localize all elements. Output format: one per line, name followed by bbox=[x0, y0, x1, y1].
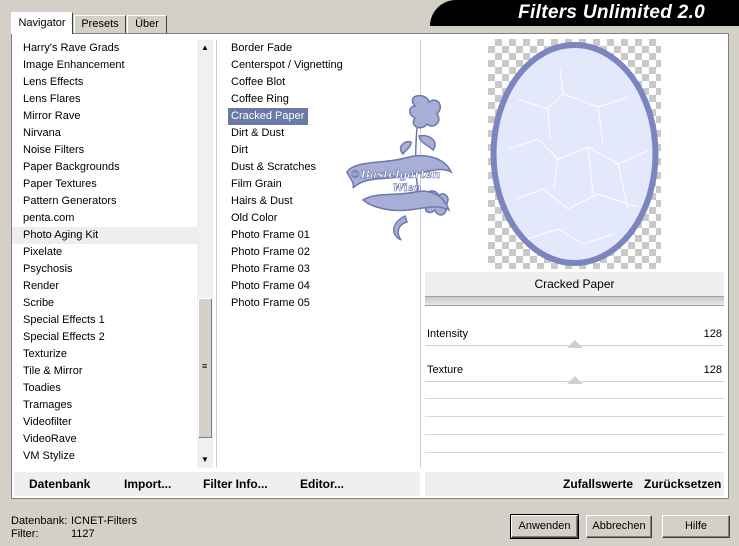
category-item[interactable]: VM Stylize bbox=[12, 448, 197, 465]
category-item[interactable]: Paper Backgrounds bbox=[12, 159, 197, 176]
category-item[interactable]: Noise Filters bbox=[12, 142, 197, 159]
filter-item[interactable]: Photo Frame 05 bbox=[228, 295, 408, 312]
preview-progress-bar bbox=[425, 296, 724, 306]
category-scrollbar[interactable]: ▲ ≡ ▼ bbox=[197, 40, 213, 468]
category-item[interactable]: Psychosis bbox=[12, 261, 197, 278]
filter-item[interactable]: Cracked Paper bbox=[228, 108, 309, 125]
category-item[interactable]: Texturize bbox=[12, 346, 197, 363]
param-value: 128 bbox=[703, 364, 722, 376]
empty-param-row bbox=[425, 398, 724, 399]
watermark-text-line1: ©Bastelgarten bbox=[350, 168, 441, 181]
preview-image bbox=[490, 42, 659, 266]
category-item[interactable]: Special Effects 1 bbox=[12, 312, 197, 329]
reset-button[interactable]: Zurücksetzen bbox=[644, 477, 721, 491]
cancel-button[interactable]: Abbrechen bbox=[586, 515, 652, 538]
category-item[interactable]: Lens Flares bbox=[12, 91, 197, 108]
apply-button[interactable]: Anwenden bbox=[510, 514, 579, 539]
grip-icon: ≡ bbox=[202, 361, 208, 371]
category-item[interactable]: Render bbox=[12, 278, 197, 295]
database-button[interactable]: Datenbank bbox=[29, 477, 90, 491]
scroll-up-arrow-icon[interactable]: ▲ bbox=[197, 40, 213, 56]
param-slider-row[interactable]: Intensity 128 bbox=[425, 326, 724, 348]
empty-param-row bbox=[425, 434, 724, 435]
category-item[interactable]: Lens Effects bbox=[12, 74, 197, 91]
filter-item[interactable]: Coffee Blot bbox=[228, 74, 408, 91]
category-item[interactable]: Toadies bbox=[12, 380, 197, 397]
category-item[interactable]: VideoRave bbox=[12, 431, 197, 448]
column-divider bbox=[216, 40, 217, 468]
category-item[interactable]: Harry's Rave Grads bbox=[12, 40, 197, 57]
param-slider-row[interactable]: Texture 128 bbox=[425, 362, 724, 384]
category-item[interactable]: Nirvana bbox=[12, 125, 197, 142]
tab-uber[interactable]: Über bbox=[127, 15, 167, 33]
param-label: Intensity bbox=[427, 328, 468, 340]
scroll-thumb[interactable]: ≡ bbox=[198, 298, 212, 438]
param-value: 128 bbox=[703, 328, 722, 340]
help-button[interactable]: Hilfe bbox=[662, 515, 730, 538]
filter-item[interactable]: Border Fade bbox=[228, 40, 408, 57]
category-item[interactable]: Scribe bbox=[12, 295, 197, 312]
category-item[interactable]: Tile & Mirror bbox=[12, 363, 197, 380]
param-label: Texture bbox=[427, 364, 464, 376]
filter-item[interactable]: Centerspot / Vignetting bbox=[228, 57, 408, 74]
category-item[interactable]: Photo Aging Kit bbox=[12, 227, 197, 244]
category-item[interactable]: Special Effects 2 bbox=[12, 329, 197, 346]
filter-info-button[interactable]: Filter Info... bbox=[203, 477, 268, 491]
category-item[interactable]: Mirror Rave bbox=[12, 108, 197, 125]
filter-item[interactable]: Photo Frame 03 bbox=[228, 261, 408, 278]
tab-presets[interactable]: Presets bbox=[74, 15, 126, 33]
status-info: Datenbank: ICNET-Filters Filter: 1127 bbox=[11, 515, 137, 541]
list-action-bar: Datenbank Import... Filter Info... Edito… bbox=[14, 472, 420, 496]
watermark-text-line2: Wien bbox=[393, 183, 422, 194]
scroll-down-arrow-icon[interactable]: ▼ bbox=[197, 452, 213, 468]
filter-item[interactable]: Photo Frame 02 bbox=[228, 244, 408, 261]
category-item[interactable]: Pixelate bbox=[12, 244, 197, 261]
filter-preview[interactable] bbox=[488, 39, 661, 269]
status-filter-count: 1127 bbox=[71, 528, 95, 540]
editor-button[interactable]: Editor... bbox=[300, 477, 344, 491]
category-item[interactable]: Tramages bbox=[12, 397, 197, 414]
slider-thumb[interactable] bbox=[566, 376, 583, 384]
empty-param-row bbox=[425, 452, 724, 453]
slider-thumb[interactable] bbox=[566, 340, 583, 348]
watermark-logo: ©Bastelgarten Wien bbox=[346, 94, 453, 241]
app-title: Filters Unlimited 2.0 bbox=[430, 0, 739, 26]
param-action-bar: Zufallswerte Zurücksetzen bbox=[425, 472, 724, 496]
tab-navigator[interactable]: Navigator bbox=[11, 12, 73, 34]
import-button[interactable]: Import... bbox=[124, 477, 171, 491]
preview-filter-name: Cracked Paper bbox=[425, 272, 724, 296]
random-values-button[interactable]: Zufallswerte bbox=[563, 477, 633, 491]
status-filter-label: Filter: bbox=[11, 528, 39, 540]
category-item[interactable]: Paper Textures bbox=[12, 176, 197, 193]
category-item[interactable]: Videofilter bbox=[12, 414, 197, 431]
category-item[interactable]: Image Enhancement bbox=[12, 57, 197, 74]
status-database-value: ICNET-Filters bbox=[71, 515, 137, 527]
filter-item[interactable]: Photo Frame 04 bbox=[228, 278, 408, 295]
empty-param-row bbox=[425, 416, 724, 417]
status-database-label: Datenbank: bbox=[11, 515, 68, 527]
category-item[interactable]: Pattern Generators bbox=[12, 193, 197, 210]
category-list[interactable]: Harry's Rave Grads Image Enhancement Lens … bbox=[12, 40, 197, 468]
category-item[interactable]: penta.com bbox=[12, 210, 197, 227]
